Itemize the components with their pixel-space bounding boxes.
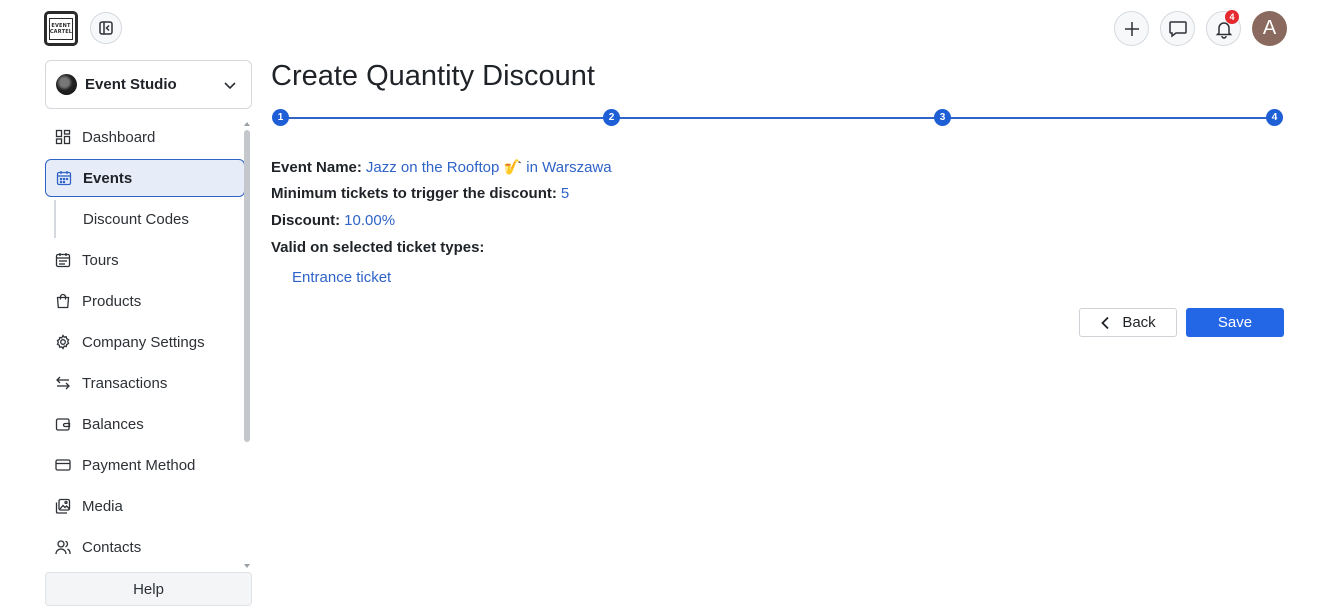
- collapse-sidebar-button[interactable]: [90, 12, 122, 44]
- plus-icon: [1124, 21, 1139, 36]
- logo-line-2: CARTEL: [49, 28, 73, 35]
- transfer-arrows-icon: [54, 374, 72, 392]
- notifications-button[interactable]: 4: [1206, 10, 1241, 46]
- organization-logo: [56, 74, 77, 95]
- sidebar-item-label: Company Settings: [82, 333, 205, 351]
- step-4[interactable]: 4: [1266, 109, 1283, 126]
- sidebar-item-tours[interactable]: Tours: [45, 241, 245, 279]
- sidebar-item-payment-method[interactable]: Payment Method: [45, 446, 245, 484]
- gear-icon: [54, 333, 72, 351]
- sidebar-item-products[interactable]: Products: [45, 282, 245, 320]
- sidebar-item-balances[interactable]: Balances: [45, 405, 245, 443]
- discount-summary: Event Name: Jazz on the Rooftop 🎷 in War…: [271, 154, 612, 234]
- save-button[interactable]: Save: [1186, 308, 1284, 337]
- sidebar-item-label: Contacts: [82, 538, 142, 556]
- sidebar-item-label: Tours: [82, 251, 119, 269]
- header-actions: 4 A: [1114, 10, 1287, 46]
- chevron-down-icon: [224, 81, 236, 89]
- min-tickets-value: 5: [560, 185, 570, 203]
- sidebar-item-events[interactable]: Events: [45, 159, 245, 197]
- event-name-label: Event Name:: [271, 158, 362, 176]
- sidebar-item-label: Media: [82, 497, 123, 515]
- sidebar-item-media[interactable]: Media: [45, 487, 245, 525]
- sidebar-item-label: Transactions: [82, 374, 168, 392]
- back-button-label: Back: [1122, 314, 1156, 331]
- stepper-line: [280, 117, 1276, 119]
- organization-selector[interactable]: Event Studio: [45, 60, 252, 109]
- sidebar-item-label: Events: [83, 169, 133, 187]
- scroll-up-arrow-icon[interactable]: [244, 122, 250, 126]
- user-avatar[interactable]: A: [1252, 11, 1287, 46]
- sidebar-item-contacts[interactable]: Contacts: [45, 528, 245, 566]
- sidebar-item-transactions[interactable]: Transactions: [45, 364, 245, 402]
- dashboard-icon: [54, 128, 72, 146]
- page-title: Create Quantity Discount: [271, 60, 595, 92]
- step-3[interactable]: 3: [934, 109, 951, 126]
- app-logo[interactable]: EVENT CARTEL: [44, 11, 78, 46]
- credit-card-icon: [54, 456, 72, 474]
- sidebar-item-label: Balances: [82, 415, 144, 433]
- back-button[interactable]: Back: [1079, 308, 1177, 337]
- notification-count-badge: 4: [1225, 10, 1239, 24]
- min-tickets-label: Minimum tickets to trigger the discount:: [271, 185, 557, 203]
- sidebar-item-label: Discount Codes: [83, 210, 189, 228]
- sidebar-item-company-settings[interactable]: Company Settings: [45, 323, 245, 361]
- ticket-type-item: Entrance ticket: [292, 269, 392, 286]
- users-icon: [54, 538, 72, 556]
- logo-mark: EVENT CARTEL: [49, 17, 73, 40]
- shopping-bag-icon: [54, 292, 72, 310]
- event-name-row: Event Name: Jazz on the Rooftop 🎷 in War…: [271, 154, 612, 181]
- chat-bubble-icon: [1168, 20, 1187, 37]
- sidebar-item-label: Products: [82, 292, 142, 310]
- sidebar-item-label: Dashboard: [82, 128, 156, 146]
- sidebar-collapse-icon: [99, 21, 113, 35]
- sidebar-scrollbar[interactable]: [244, 122, 250, 570]
- ticket-types-label: Valid on selected ticket types:: [271, 239, 485, 256]
- wallet-icon: [54, 415, 72, 433]
- sidebar-scrollbar-thumb[interactable]: [244, 130, 250, 442]
- min-tickets-row: Minimum tickets to trigger the discount:…: [271, 181, 612, 208]
- sidebar-item-dashboard[interactable]: Dashboard: [45, 118, 245, 156]
- scroll-down-arrow-icon[interactable]: [244, 564, 250, 568]
- calendar-list-icon: [54, 251, 72, 269]
- discount-row: Discount: 10.00%: [271, 207, 612, 234]
- organization-name: Event Studio: [85, 76, 177, 93]
- help-button[interactable]: Help: [45, 572, 252, 606]
- event-name-value: Jazz on the Rooftop 🎷 in Warszawa: [365, 159, 612, 177]
- sidebar-nav: Dashboard Events Discount Codes Tours Pr…: [45, 118, 245, 569]
- sidebar-item-label: Payment Method: [82, 456, 196, 474]
- calendar-icon: [55, 169, 73, 187]
- step-1[interactable]: 1: [272, 109, 289, 126]
- wizard-stepper: 1 2 3 4: [272, 109, 1284, 127]
- sidebar-subitem-discount-codes[interactable]: Discount Codes: [54, 200, 245, 238]
- discount-label: Discount:: [271, 211, 341, 229]
- messages-button[interactable]: [1160, 11, 1195, 46]
- chevron-left-icon: [1101, 316, 1109, 329]
- discount-value: 10.00%: [344, 211, 396, 229]
- step-2[interactable]: 2: [603, 109, 620, 126]
- add-button[interactable]: [1114, 11, 1149, 46]
- images-icon: [54, 497, 72, 515]
